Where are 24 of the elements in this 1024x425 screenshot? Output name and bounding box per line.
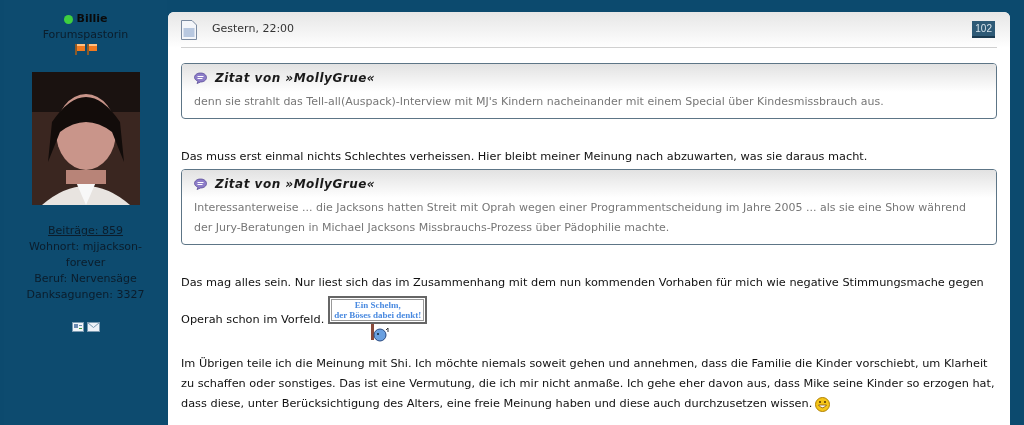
speech-bubble-icon	[194, 178, 207, 190]
profile-detail: Beruf: Nervensäge	[33, 271, 138, 287]
user-rank: Forumspastorin	[42, 27, 129, 43]
post-date: Gestern, 22:00	[212, 21, 295, 38]
profile-card-icon[interactable]	[71, 322, 84, 332]
quote-title: Zitat von »MollyGrue«	[215, 176, 376, 193]
flag-icon	[74, 44, 85, 55]
post-text-line: Das mag alles sein. Nur liest sich das im Zusammenhang mit dem nun kommenden Vorhaben für mich wie negative Stimmungsmache gegen	[181, 276, 984, 289]
document-icon	[181, 19, 197, 40]
post-paragraph: Im Übrigen teile ich die Meinung mit Shi. Ich möchte niemals soweit gehen und annehmen, dass die Familie die Kinder vorschiebt, um Klarheit zu schaffen oder sonstiges. Das ist eine Vermutung, die ich mir nicht anmaße. Ich gehe eher davon aus, dass Mike seine Kinder so erzogen hat, dass diese, unter Berücksichtigung des Alters, eine freie Meinung haben und diese auch durchzusetzen wissen.	[181, 357, 995, 410]
quote-text: denn sie strahlt das Tell-all(Auspack)-Interview mit MJ's Kindern nacheinander mit einem Special über Kindesmissbrauch aus.	[193, 94, 885, 110]
quote-title: Zitat von »MollyGrue«	[215, 70, 376, 87]
flag-icon	[86, 44, 97, 55]
mail-icon[interactable]	[86, 322, 100, 332]
username[interactable]: Billie	[76, 11, 108, 27]
posts-count-link[interactable]: Beiträge: 859	[48, 223, 123, 239]
profile-detail: Wohnort: mjjackson-forever	[27, 239, 144, 271]
post-text-line: Operah schon im Vorfeld.	[181, 312, 325, 328]
sign-emoticon: Ein Schelm, der Böses dabei denkt!	[328, 296, 428, 342]
profile-detail: Danksagungen: 3327	[25, 287, 146, 303]
post-number[interactable]: 102	[972, 21, 995, 38]
quote-text: Interessanterweise ... die Jacksons hatten Streit mit Oprah wegen einer Programmentscheidung im Jahre 2005 ... als sie eine Show während der Jury-Beratungen in Michael Jacksons Missbrauchs-Prozess über Pädophilie machte.	[193, 200, 968, 236]
speech-bubble-icon	[194, 72, 207, 84]
post-paragraph: Das muss erst einmal nichts Schlechtes verheissen. Hier bleibt meiner Meinung nach abzuwarten, was sie daraus macht.	[181, 150, 868, 163]
